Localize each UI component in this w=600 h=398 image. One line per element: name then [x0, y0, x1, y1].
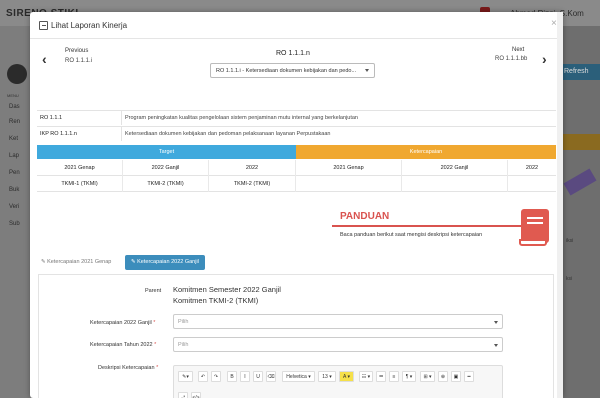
tab-label: Ketercapaian 2021 Genap: [47, 259, 112, 265]
panduan-banner[interactable]: PANDUAN Baca panduan berikut saat mengis…: [332, 206, 555, 254]
next-code[interactable]: RO 1.1.1.bb: [495, 56, 527, 62]
select-placeholder: Pilih: [178, 319, 189, 325]
sidebar-item-verifikasi[interactable]: Veri: [9, 204, 19, 210]
table-dropdown[interactable]: ⊞ ▾: [420, 371, 435, 382]
chevron-down-icon: [494, 321, 498, 324]
laporan-kinerja-modal: Lihat Laporan Kinerja × ‹ Previous RO 1.…: [30, 12, 563, 398]
avatar: [7, 64, 27, 84]
column-header: 2021 Genap: [296, 160, 402, 176]
table-cell: TKMI-1 (TKMI): [37, 176, 123, 192]
column-header: 2022 Ganjil: [402, 160, 508, 176]
window-icon: [39, 21, 48, 30]
target-header: Target: [37, 145, 296, 159]
ro-select[interactable]: RO 1.1.1.i - Ketersediaan dokumen kebija…: [210, 63, 375, 78]
modal-header: Lihat Laporan Kinerja ×: [30, 12, 563, 39]
parent-label: Parent: [145, 288, 162, 294]
next-label[interactable]: Next: [512, 47, 524, 53]
ketercapaian-header: Ketercapaian: [296, 145, 556, 159]
bg-orange-block: [563, 134, 600, 150]
sidebar-item-ket[interactable]: Ket: [9, 136, 18, 142]
field-label: Ketercapaian Tahun 2022 *: [90, 342, 157, 348]
sidebar-item-sub[interactable]: Sub: [9, 221, 20, 227]
italic-button[interactable]: I: [240, 371, 250, 382]
chevron-down-icon: [365, 69, 369, 72]
eraser-icon[interactable]: ⌫: [266, 371, 276, 382]
info-label: RO 1.1.1: [40, 115, 63, 121]
info-row-ro: RO 1.1.1 Program peningkatan kualitas pe…: [37, 110, 556, 125]
bold-button[interactable]: B: [227, 371, 237, 382]
tab-ketercapaian-2022-ganjil[interactable]: ✎ Ketercapaian 2022 Ganjil: [125, 255, 205, 270]
image-icon[interactable]: ▣: [451, 371, 461, 382]
menu-header: MENU: [7, 93, 19, 98]
sidebar-item-buku[interactable]: Buk: [9, 187, 19, 193]
info-value: Program peningkatan kualitas pengelolaan…: [125, 115, 358, 121]
bg-side-text: ksi: [566, 276, 573, 282]
code-view-icon[interactable]: </>: [191, 392, 201, 398]
undo-icon[interactable]: ↶: [198, 371, 208, 382]
modal-title: Lihat Laporan Kinerja: [51, 21, 128, 30]
ro-select-value: RO 1.1.1.i - Ketersediaan dokumen kebija…: [216, 68, 357, 74]
style-dropdown[interactable]: ✎▾: [178, 371, 193, 382]
close-button[interactable]: ×: [551, 18, 557, 29]
table-cell: [296, 176, 402, 192]
book-icon: [517, 209, 551, 249]
chevron-right-icon[interactable]: ›: [542, 51, 547, 67]
column-header: 2021 Genap: [37, 160, 123, 176]
table-cell: [402, 176, 508, 192]
column-header: 2022 Ganjil: [123, 160, 209, 176]
ketercapaian-2022-ganjil-select[interactable]: Pilih: [173, 314, 503, 329]
tab-ketercapaian-2021-genap[interactable]: ✎ Ketercapaian 2021 Genap: [35, 255, 117, 270]
divider: [121, 127, 122, 141]
column-header: 2022: [209, 160, 296, 176]
panduan-title: PANDUAN: [340, 211, 390, 222]
text-color-button[interactable]: A ▾: [339, 371, 354, 382]
field-label: Ketercapaian 2022 Ganjil *: [90, 320, 156, 326]
refresh-button[interactable]: Refresh: [560, 64, 600, 80]
info-value: Ketersediaan dokumen kebijakan dan pedom…: [125, 131, 331, 137]
chevron-left-icon[interactable]: ‹: [42, 51, 47, 67]
fullscreen-icon[interactable]: ⤢: [178, 392, 188, 398]
font-family-dropdown[interactable]: Helvetica ▾: [282, 371, 315, 382]
table-cell: [508, 176, 556, 192]
list-dropdown[interactable]: ☷ ▾: [359, 371, 373, 382]
divider: [332, 225, 537, 227]
chevron-down-icon: [494, 344, 498, 347]
info-label: IKP RO 1.1.1.n: [40, 131, 77, 137]
redo-icon[interactable]: ↷: [211, 371, 221, 382]
table-cell: TKMI-2 (TKMI): [209, 176, 296, 192]
field-label: Deskripsi Ketercapaian *: [98, 365, 159, 371]
select-placeholder: Pilih: [178, 342, 189, 348]
values-row: TKMI-1 (TKMI) TKMI-2 (TKMI) TKMI-2 (TKMI…: [37, 176, 556, 192]
parent-line-2: Komitmen TKMI-2 (TKMI): [173, 296, 259, 305]
numbered-list-icon[interactable]: ≡: [389, 371, 399, 382]
underline-button[interactable]: U: [253, 371, 263, 382]
bullet-list-icon[interactable]: ≔: [376, 371, 386, 382]
link-icon[interactable]: ⊕: [438, 371, 448, 382]
bg-side-text: iksi: [566, 238, 574, 244]
current-ro-title: RO 1.1.1.n: [276, 50, 310, 57]
previous-code[interactable]: RO 1.1.1.i: [65, 58, 92, 64]
divider: [121, 111, 122, 125]
parent-line-1: Komitmen Semester 2022 Ganjil: [173, 285, 281, 294]
sidebar-item-rencana[interactable]: Ren: [9, 119, 20, 125]
sidebar-item-laporan[interactable]: Lap: [9, 153, 19, 159]
table-cell: TKMI-2 (TKMI): [123, 176, 209, 192]
rich-text-editor[interactable]: ✎▾ ↶ ↷ B I U ⌫ Helvetica ▾ 13 ▾ A ▾ ☷ ▾ …: [173, 365, 503, 398]
column-header-row: 2021 Genap 2022 Ganjil 2022 2021 Genap 2…: [37, 160, 556, 176]
sidebar-item-dashboard[interactable]: Das: [9, 104, 20, 110]
sidebar-item-pen[interactable]: Pen: [9, 170, 20, 176]
refresh-label: Refresh: [564, 68, 589, 75]
previous-label[interactable]: Previous: [65, 48, 88, 54]
info-row-ikp: IKP RO 1.1.1.n Ketersediaan dokumen kebi…: [37, 126, 556, 141]
font-size-dropdown[interactable]: 13 ▾: [318, 371, 336, 382]
modal-scrollbar[interactable]: [557, 12, 563, 398]
ketercapaian-tahun-2022-select[interactable]: Pilih: [173, 337, 503, 352]
hr-icon[interactable]: ━: [464, 371, 474, 382]
column-header: 2022: [525, 165, 539, 171]
panduan-subtitle: Baca panduan berikut saat mengisi deskri…: [340, 232, 483, 238]
tab-label: Ketercapaian 2022 Ganjil: [137, 259, 199, 265]
paragraph-dropdown[interactable]: ¶ ▾: [402, 371, 416, 382]
